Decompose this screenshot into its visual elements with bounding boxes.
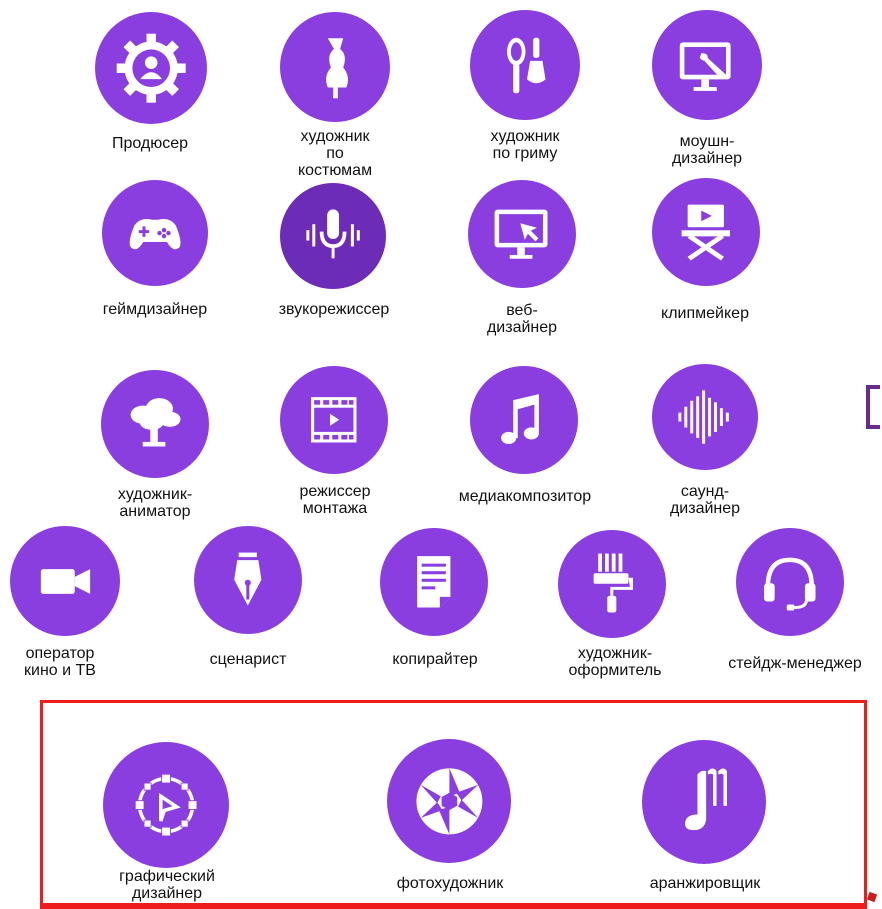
profession-label: аранжировщик bbox=[649, 875, 761, 892]
producer-gear-icon bbox=[95, 12, 207, 124]
profession-label: художник- аниматор bbox=[117, 486, 193, 520]
profession-label: копирайтер bbox=[392, 651, 478, 668]
vector-design-icon bbox=[103, 742, 229, 868]
mannequin-icon bbox=[280, 12, 390, 122]
profession-label: фотохудожник bbox=[396, 875, 504, 892]
profession-label: сценарист bbox=[209, 651, 287, 668]
video-camera-icon bbox=[10, 526, 120, 636]
profession-label: геймдизайнер bbox=[102, 301, 208, 318]
fountain-pen-icon bbox=[194, 526, 302, 634]
headset-icon bbox=[736, 528, 844, 636]
profession-label: саунд- дизайнер bbox=[669, 483, 741, 517]
monitor-brush-icon bbox=[652, 10, 762, 120]
profession-label: Продюсер bbox=[111, 135, 189, 152]
music-note-icon bbox=[470, 366, 578, 474]
gamepad-icon bbox=[102, 180, 208, 286]
microphone-icon bbox=[280, 183, 386, 289]
highlight-frame-bottom bbox=[40, 903, 867, 909]
monitor-cursor-icon bbox=[468, 180, 576, 288]
profession-label: режиссер монтажа bbox=[299, 483, 371, 517]
sound-wave-icon bbox=[652, 364, 758, 470]
edge-bracket-glyph bbox=[866, 385, 880, 429]
profession-label: медиакомпозитор bbox=[458, 488, 592, 505]
document-icon bbox=[380, 528, 488, 636]
makeup-icon bbox=[470, 10, 580, 120]
profession-label: веб- дизайнер bbox=[486, 302, 558, 336]
profession-label: стейдж-менеджер bbox=[728, 655, 862, 672]
profession-label: оператор кино и ТВ bbox=[24, 645, 96, 679]
arranger-note-icon bbox=[642, 740, 766, 864]
paint-roller-icon bbox=[558, 530, 666, 638]
profession-label: клипмейкер bbox=[661, 305, 749, 322]
aperture-icon bbox=[387, 739, 511, 863]
profession-label: звукорежиссер bbox=[278, 301, 390, 318]
animator-tree-icon bbox=[101, 370, 209, 478]
profession-label: графический дизайнер bbox=[119, 868, 215, 902]
profession-label: художник по гриму bbox=[490, 128, 560, 162]
profession-label: моушн- дизайнер bbox=[671, 133, 743, 167]
edge-mark bbox=[866, 891, 878, 903]
profession-label: художник по костюмам bbox=[297, 128, 373, 179]
profession-label: художник- оформитель bbox=[568, 645, 662, 679]
film-strip-icon bbox=[280, 366, 388, 474]
director-chair-icon bbox=[652, 178, 760, 286]
